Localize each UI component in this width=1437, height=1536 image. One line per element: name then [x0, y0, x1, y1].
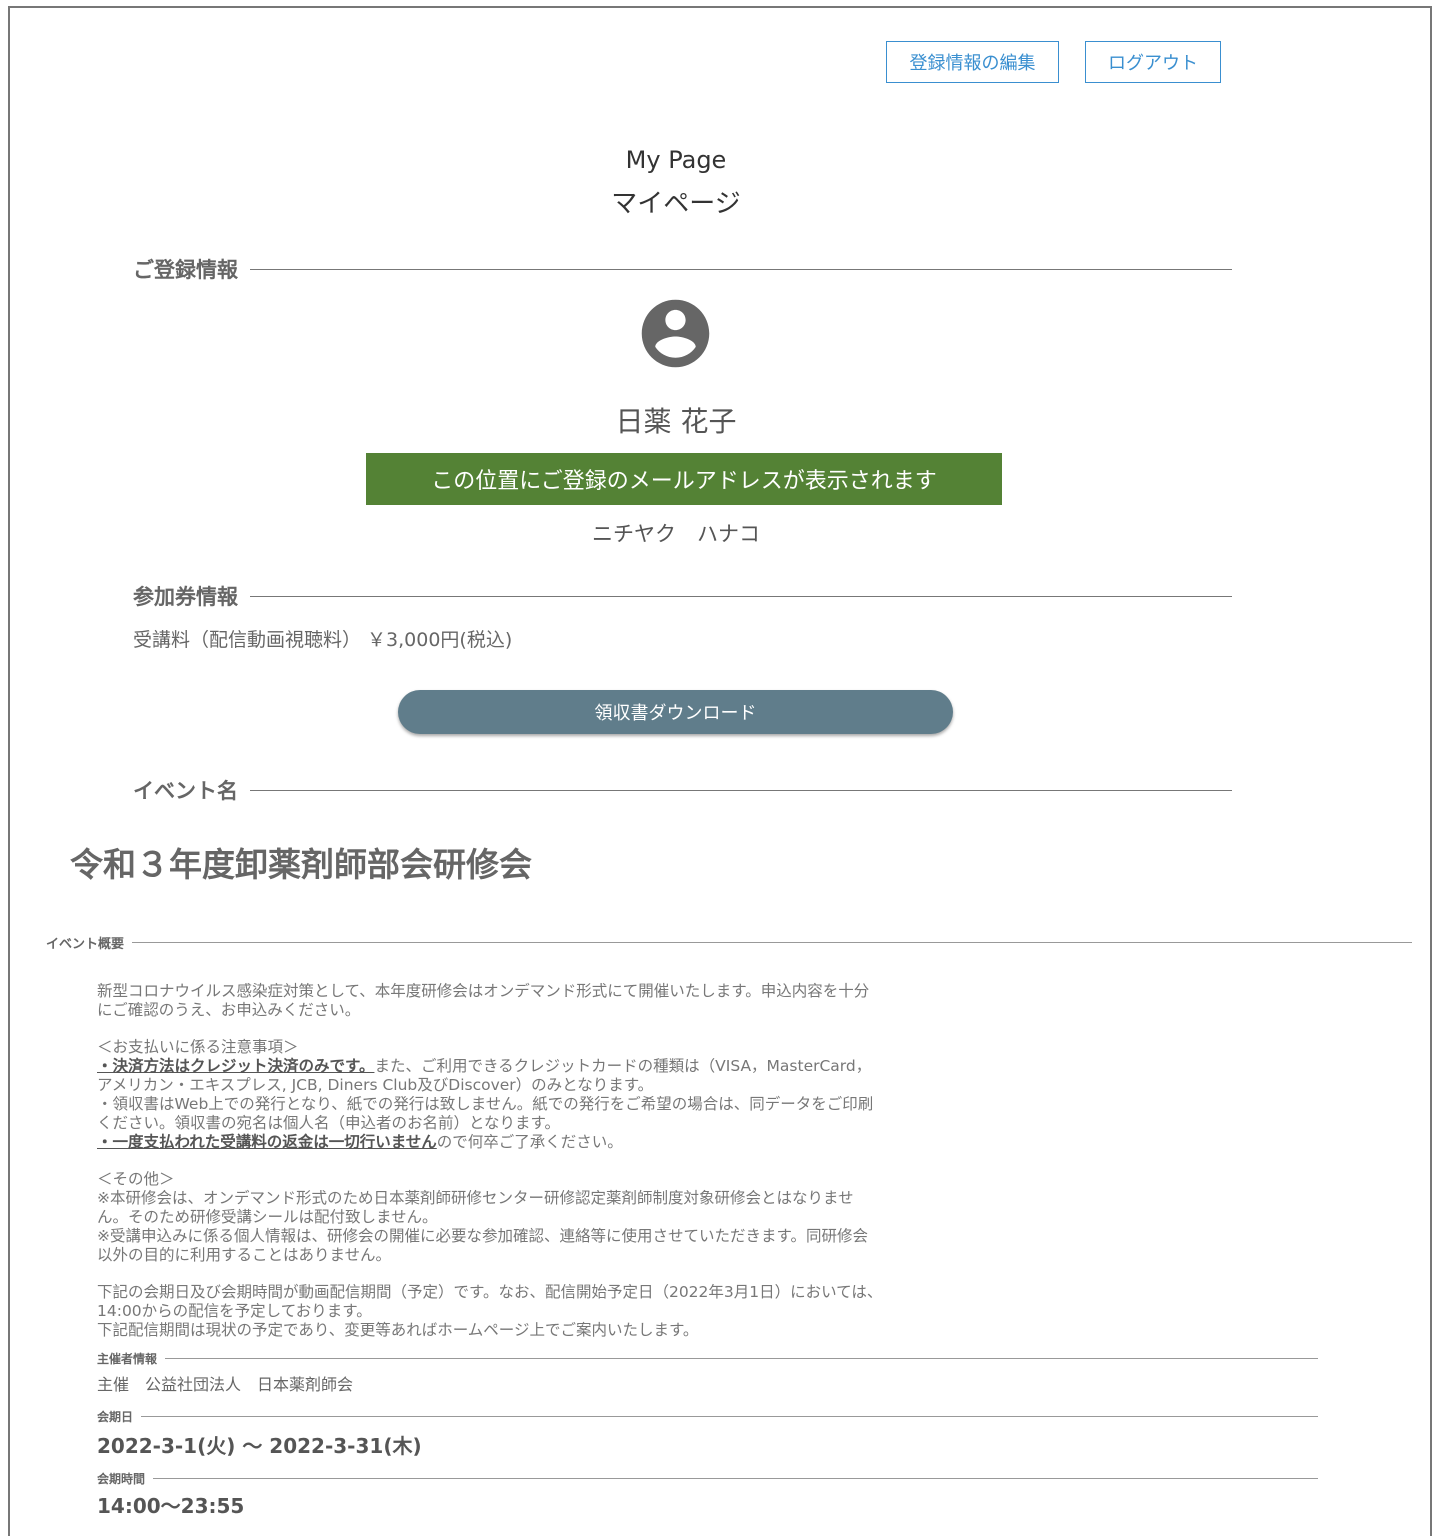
receipt-download-button[interactable]: 領収書ダウンロード	[398, 690, 953, 734]
payment-heading: ＜お支払いに係る注意事項＞	[97, 1038, 299, 1056]
divider	[165, 1358, 1318, 1359]
divider	[153, 1478, 1318, 1479]
edit-registration-button[interactable]: 登録情報の編集	[886, 41, 1059, 83]
event-heading: イベント名	[133, 779, 238, 803]
payment-line: ・領収書はWeb上での発行となり、紙での発行は致しません。紙での発行をご希望の場…	[97, 1095, 874, 1113]
refund-emphasis: ・一度支払われた受講料の返金は一切行いません	[97, 1133, 437, 1151]
event-description: 新型コロナウイルス感染症対策として、本年度研修会はオンデマンド形式にて開催いたし…	[97, 982, 1317, 1340]
registration-heading: ご登録情報	[133, 258, 238, 282]
user-name: 日薬 花子	[615, 405, 737, 438]
overview-heading: イベント概要	[46, 937, 125, 952]
time-value: 14:00～23:55	[97, 1494, 245, 1518]
payment-line: ください。領収書の宛名は個人名（申込者のお名前）となります。	[97, 1114, 560, 1132]
registration-section-header: ご登録情報	[133, 254, 1232, 284]
divider	[250, 789, 1232, 791]
page-title-en: My Page	[625, 146, 727, 174]
page-title-ja: マイページ	[611, 189, 741, 219]
event-title: 令和３年度卸薬剤師部会研修会	[70, 845, 532, 884]
payment-text: ので何卒ご了承ください。	[436, 1133, 623, 1151]
account-circle-icon	[641, 299, 710, 368]
payment-emphasis: ・決済方法はクレジット決済のみです。	[97, 1057, 375, 1075]
period-line: 下記の会期日及び会期時間が動画配信期間（予定）です。なお、配信開始予定日（202…	[97, 1283, 883, 1301]
other-heading: ＜その他＞	[97, 1170, 175, 1188]
organizer-value: 主催 公益社団法人 日本薬剤師会	[97, 1375, 354, 1394]
other-line: ん。そのため研修受講シールは配付致しません。	[97, 1208, 438, 1226]
period-line: 14:00からの配信を予定しております。	[97, 1302, 372, 1320]
email-notice-banner: この位置にご登録のメールアドレスが表示されます	[366, 453, 1002, 505]
date-heading: 会期日	[97, 1410, 134, 1424]
other-line: ※受講申込みに係る個人情報は、研修会の開催に必要な参加確認、連絡等に使用させてい…	[97, 1227, 868, 1245]
payment-line: ・一度支払われた受講料の返金は一切行いませんので何卒ご了承ください。	[97, 1133, 1317, 1152]
overview-section-header: イベント概要	[46, 933, 1412, 952]
payment-line: ・決済方法はクレジット決済のみです。また、ご利用できるクレジットカードの種類は（…	[97, 1057, 1317, 1076]
ticket-heading: 参加券情報	[133, 585, 238, 609]
other-line: 以外の目的に利用することはありません。	[97, 1246, 392, 1264]
date-value: 2022-3-1(火) ～ 2022-3-31(木)	[97, 1434, 422, 1458]
user-name-kana: ニチヤク ハナコ	[592, 522, 760, 546]
intro-line: にご確認のうえ、お申込みください。	[97, 1001, 361, 1019]
date-section-header: 会期日	[97, 1408, 1318, 1425]
divider	[141, 1416, 1318, 1417]
logout-button[interactable]: ログアウト	[1085, 41, 1221, 83]
organizer-section-header: 主催者情報	[97, 1350, 1318, 1367]
period-line: 下記配信期間は現状の予定であり、変更等あればホームページ上でご案内いたします。	[97, 1321, 699, 1339]
event-section-header: イベント名	[133, 775, 1232, 805]
other-line: ※本研修会は、オンデマンド形式のため日本薬剤師研修センター研修認定薬剤師制度対象…	[97, 1189, 854, 1207]
time-heading: 会期時間	[97, 1472, 146, 1486]
ticket-section-header: 参加券情報	[133, 581, 1232, 611]
intro-line: 新型コロナウイルス感染症対策として、本年度研修会はオンデマンド形式にて開催いたし…	[97, 982, 870, 1000]
organizer-heading: 主催者情報	[97, 1352, 158, 1366]
divider	[250, 595, 1232, 597]
time-section-header: 会期時間	[97, 1470, 1318, 1487]
ticket-fee: 受講料（配信動画視聴料） ￥3,000円(税込)	[133, 629, 513, 651]
divider	[132, 942, 1412, 943]
payment-line: アメリカン・エキスプレス, JCB, Diners Club及びDiscover…	[97, 1076, 654, 1094]
payment-text: また、ご利用できるクレジットカードの種類は（VISA，MasterCard，	[374, 1057, 872, 1075]
divider	[250, 268, 1232, 270]
